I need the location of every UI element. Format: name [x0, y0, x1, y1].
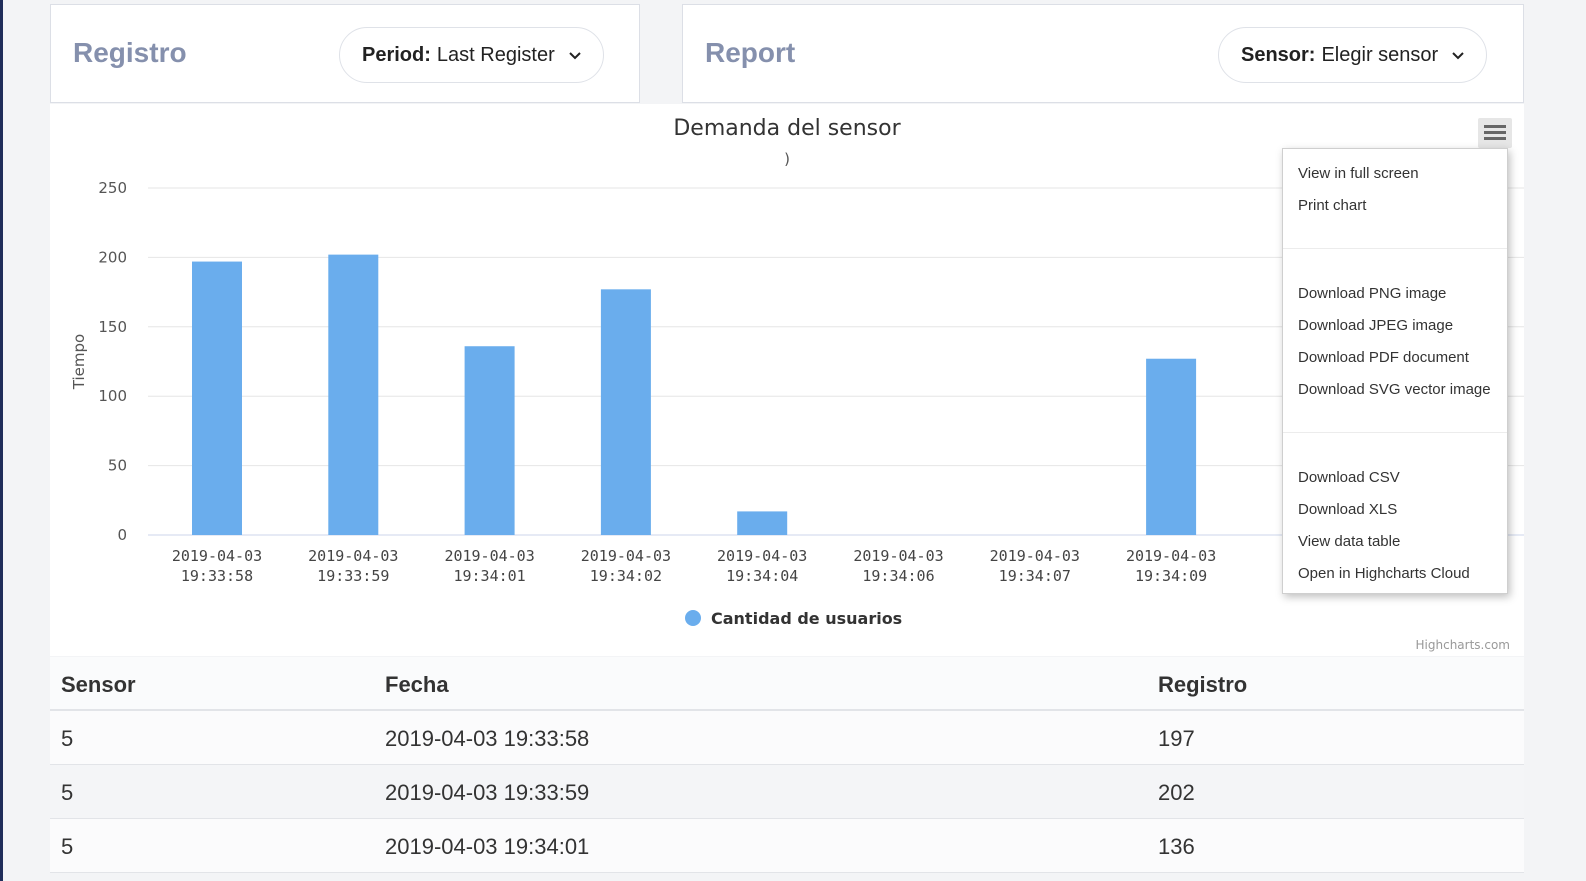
- chart-title: Demanda del sensor: [673, 116, 901, 141]
- x-tick-label: 19:34:02: [590, 567, 662, 585]
- menu-item-view-data-table[interactable]: View data table: [1298, 533, 1400, 550]
- column-header-fecha[interactable]: Fecha: [385, 672, 449, 698]
- cell-registro: 202: [1158, 780, 1195, 805]
- registro-title: Registro: [73, 37, 187, 68]
- period-dropdown[interactable]: Period: Last Register: [339, 27, 604, 83]
- cell-fecha: 2019-04-03 19:33:58: [385, 726, 590, 751]
- x-tick-label: 19:33:58: [181, 567, 253, 585]
- legend-marker[interactable]: [685, 610, 701, 626]
- y-tick-label: 50: [108, 457, 127, 475]
- report-card: Report Sensor: Elegir sensor: [682, 4, 1524, 103]
- sensor-value: Elegir sensor: [1321, 43, 1439, 66]
- bar[interactable]: [600, 289, 651, 535]
- menu-item-download-jpeg[interactable]: Download JPEG image: [1298, 317, 1453, 334]
- x-tick-label: 19:33:59: [317, 567, 389, 585]
- x-tick-label: 19:34:06: [862, 567, 934, 585]
- bar[interactable]: [1146, 358, 1197, 535]
- data-table: Sensor Fecha Registro 5 2019-04-03 19:33…: [50, 657, 1524, 881]
- column-header-sensor[interactable]: Sensor: [61, 672, 136, 698]
- column-header-registro[interactable]: Registro: [1158, 672, 1247, 698]
- chevron-down-icon: [1452, 48, 1464, 63]
- cell-fecha: 2019-04-03 19:33:59: [385, 780, 590, 805]
- menu-divider: [1283, 248, 1507, 249]
- cell-fecha: 2019-04-03 19:34:01: [385, 834, 590, 859]
- cell-sensor: 5: [61, 780, 74, 805]
- chart-export-menu: View in full screen Print chart Download…: [1282, 148, 1508, 594]
- y-tick-label: 150: [98, 318, 127, 336]
- registro-card: Registro Period: Last Register: [50, 4, 640, 103]
- y-tick-label: 100: [98, 387, 127, 405]
- cell-sensor: 5: [61, 726, 74, 751]
- bar[interactable]: [192, 261, 242, 535]
- x-tick-label: 2019-04-03: [172, 547, 262, 565]
- cell-sensor: 5: [61, 834, 74, 859]
- menu-item-download-pdf[interactable]: Download PDF document: [1298, 349, 1469, 366]
- sensor-dropdown[interactable]: Sensor: Elegir sensor: [1218, 27, 1488, 83]
- menu-item-fullscreen[interactable]: View in full screen: [1298, 165, 1419, 182]
- sensor-label: Sensor:: [1241, 43, 1316, 66]
- x-tick-label: 2019-04-03: [444, 547, 534, 565]
- y-tick-label: 0: [117, 526, 127, 544]
- x-tick-label: 2019-04-03: [308, 547, 398, 565]
- chart-menu-button[interactable]: [1478, 118, 1512, 148]
- report-title: Report: [705, 37, 796, 68]
- menu-item-download-png[interactable]: Download PNG image: [1298, 285, 1446, 302]
- chevron-down-icon: [569, 48, 581, 63]
- menu-item-print[interactable]: Print chart: [1298, 197, 1366, 214]
- x-tick-label: 19:34:09: [1135, 567, 1207, 585]
- table-header-row: Sensor Fecha Registro: [50, 657, 1524, 711]
- bar[interactable]: [737, 511, 788, 535]
- table-row: 5 2019-04-03 19:33:58 197: [50, 711, 1524, 765]
- menu-item-download-csv[interactable]: Download CSV: [1298, 469, 1400, 486]
- y-tick-label: 200: [98, 248, 127, 266]
- x-tick-label: 19:34:01: [453, 567, 525, 585]
- x-tick-label: 2019-04-03: [853, 547, 943, 565]
- menu-item-open-cloud[interactable]: Open in Highcharts Cloud: [1298, 565, 1470, 582]
- table-row: 5 2019-04-03 19:33:59 202: [50, 765, 1524, 819]
- menu-item-download-svg[interactable]: Download SVG vector image: [1298, 381, 1491, 398]
- highcharts-credits[interactable]: Highcharts.com: [1416, 638, 1510, 652]
- cell-registro: 197: [1158, 726, 1195, 751]
- y-axis-label: Tiempo: [70, 334, 88, 390]
- table-row: 5 2019-04-03 19:34:01 136: [50, 819, 1524, 873]
- bar[interactable]: [328, 254, 379, 535]
- cell-registro: 136: [1158, 834, 1195, 859]
- x-tick-label: 19:34:07: [999, 567, 1071, 585]
- period-label: Period:: [362, 43, 431, 66]
- y-tick-label: 250: [98, 179, 127, 197]
- x-tick-label: 19:34:04: [726, 567, 798, 585]
- legend-label[interactable]: Cantidad de usuarios: [711, 609, 902, 628]
- period-value: Last Register: [436, 43, 555, 66]
- window-edge: [0, 0, 3, 881]
- bar[interactable]: [464, 346, 515, 535]
- x-tick-label: 2019-04-03: [1126, 547, 1216, 565]
- menu-divider: [1283, 432, 1507, 433]
- menu-item-download-xls[interactable]: Download XLS: [1298, 501, 1397, 518]
- x-tick-label: 2019-04-03: [990, 547, 1080, 565]
- x-tick-label: 2019-04-03: [717, 547, 807, 565]
- x-tick-label: 2019-04-03: [581, 547, 671, 565]
